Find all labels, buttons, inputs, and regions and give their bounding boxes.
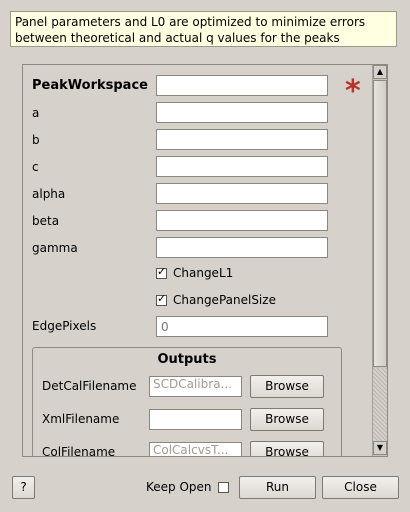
colfilename-label: ColFilename	[42, 445, 116, 457]
keep-open-label: Keep Open	[146, 480, 212, 494]
xmlfilename-input[interactable]	[149, 409, 242, 430]
colfilename-browse-button[interactable]: Browse	[250, 441, 324, 456]
changepanelsize-label: ChangePanelSize	[173, 293, 276, 307]
scroll-up-icon[interactable]: ▲	[373, 65, 387, 79]
check-icon: ✓	[157, 265, 167, 278]
detcalfilename-browse-button[interactable]: Browse	[250, 375, 324, 398]
help-button[interactable]: ?	[12, 476, 35, 499]
alpha-label: alpha	[32, 187, 66, 201]
changel1-label: ChangeL1	[173, 266, 234, 280]
a-label: a	[32, 106, 40, 120]
edgepixels-label: EdgePixels	[32, 319, 97, 333]
algorithm-description: Panel parameters and L0 are optimized to…	[10, 11, 397, 47]
vertical-scrollbar[interactable]: ▲ ▼	[372, 65, 387, 456]
peakworkspace-label: PeakWorkspace	[32, 78, 148, 93]
keep-open-checkbox[interactable]	[217, 482, 229, 493]
changepanelsize-row[interactable]: ✓ ChangePanelSize	[156, 291, 276, 309]
properties-content: PeakWorkspace * a b c alpha beta gamma ✓…	[23, 65, 371, 457]
xmlfilename-browse-button[interactable]: Browse	[250, 408, 324, 431]
check-icon: ✓	[157, 292, 167, 305]
beta-label: beta	[32, 214, 60, 228]
detcalfilename-input[interactable]: SCDCalibra...	[149, 376, 242, 397]
changepanelsize-checkbox[interactable]: ✓	[156, 292, 167, 306]
outputs-group: Outputs DetCalFilename SCDCalibra... Bro…	[32, 347, 342, 457]
detcalfilename-label: DetCalFilename	[42, 379, 137, 393]
b-input[interactable]	[156, 129, 328, 150]
required-marker-icon: *	[345, 74, 361, 109]
close-button[interactable]: Close	[322, 476, 399, 499]
edgepixels-input[interactable]	[156, 316, 328, 337]
a-input[interactable]	[156, 102, 328, 123]
b-label: b	[32, 133, 40, 147]
peakworkspace-input[interactable]	[156, 75, 328, 96]
scrollbar-track[interactable]	[373, 368, 387, 441]
xmlfilename-label: XmlFilename	[42, 412, 120, 426]
properties-panel: PeakWorkspace * a b c alpha beta gamma ✓…	[22, 64, 388, 457]
c-input[interactable]	[156, 156, 328, 177]
colfilename-input[interactable]: ColCalcvsT...	[149, 442, 242, 456]
gamma-label: gamma	[32, 241, 78, 255]
beta-input[interactable]	[156, 210, 328, 231]
outputs-title: Outputs	[157, 352, 217, 367]
run-button[interactable]: Run	[239, 476, 316, 499]
gamma-input[interactable]	[156, 237, 328, 258]
keep-open-row[interactable]: Keep Open	[146, 478, 229, 496]
alpha-input[interactable]	[156, 183, 328, 204]
c-label: c	[32, 160, 39, 174]
changel1-row[interactable]: ✓ ChangeL1	[156, 264, 233, 282]
changel1-checkbox[interactable]: ✓	[156, 265, 167, 279]
scrollbar-thumb[interactable]	[373, 80, 387, 367]
scroll-down-icon[interactable]: ▼	[373, 441, 387, 455]
